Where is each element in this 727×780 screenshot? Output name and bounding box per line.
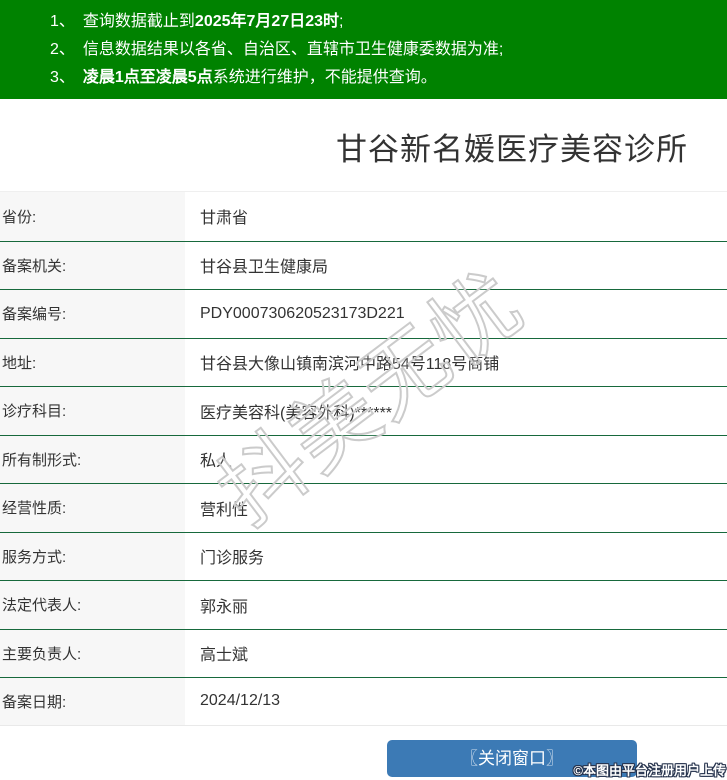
- notice-number: 1、: [50, 13, 75, 30]
- table-row: 服务方式: 门诊服务: [0, 531, 727, 580]
- notice-line: 3、 凌晨1点至凌晨5点系统进行维护，不能提供查询。: [50, 64, 727, 92]
- field-value: 私人: [185, 435, 727, 483]
- notice-text: 系统进行维护，不能提供查询。: [212, 69, 437, 86]
- field-value: 医疗美容科(美容外科)******: [185, 387, 727, 435]
- table-row: 备案机关: 甘谷县卫生健康局: [0, 240, 727, 289]
- field-label: 主要负责人:: [0, 629, 185, 677]
- field-value: 营利性: [185, 484, 727, 532]
- table-row: 备案编号: PDY000730620523173D221: [0, 289, 727, 338]
- field-label: 备案编号:: [0, 290, 185, 338]
- field-label: 地址:: [0, 338, 185, 386]
- notice-list: 1、 查询数据截止到2025年7月27日23时; 2、 信息数据结果以各省、自治区、直…: [50, 8, 727, 92]
- field-label: 法定代表人:: [0, 581, 185, 629]
- notice-text: 查询数据截止到: [82, 13, 195, 30]
- field-label: 服务方式:: [0, 532, 185, 580]
- field-value: 甘谷县卫生健康局: [185, 241, 727, 289]
- field-value: 甘肃省: [185, 192, 727, 241]
- field-label: 诊疗科目:: [0, 387, 185, 435]
- field-value: 郭永丽: [185, 581, 727, 629]
- notice-number: 2、: [50, 41, 75, 58]
- field-label: 省份:: [0, 192, 185, 241]
- field-label: 备案机关:: [0, 241, 185, 289]
- table-row: 所有制形式: 私人: [0, 434, 727, 483]
- notice-text: 信息数据结果以各省、自治区、直辖市卫生健康委数据为准;: [82, 41, 504, 58]
- field-value: PDY000730620523173D221: [185, 290, 727, 338]
- notice-text: 凌晨1点至凌晨5点: [82, 69, 213, 86]
- notice-banner: 1、 查询数据截止到2025年7月27日23时; 2、 信息数据结果以各省、自治区、直…: [0, 0, 727, 99]
- table-row: 法定代表人: 郭永丽: [0, 580, 727, 629]
- table-row: 省份: 甘肃省: [0, 192, 727, 241]
- image-credit-watermark: ©本图由平台注册用户上传: [573, 763, 726, 778]
- table-row: 诊疗科目: 医疗美容科(美容外科)******: [0, 386, 727, 435]
- table-row: 备案日期: 2024/12/13: [0, 677, 727, 726]
- table-row: 地址: 甘谷县大像山镇南滨河中路54号118号商铺: [0, 337, 727, 386]
- field-value: 门诊服务: [185, 532, 727, 580]
- notice-text: 2025年7月27日23时: [194, 13, 340, 30]
- field-label: 备案日期:: [0, 678, 185, 725]
- notice-text: ;: [339, 13, 344, 30]
- notice-line: 1、 查询数据截止到2025年7月27日23时;: [50, 8, 727, 36]
- notice-line: 2、 信息数据结果以各省、自治区、直辖市卫生健康委数据为准;: [50, 36, 727, 64]
- field-value: 甘谷县大像山镇南滨河中路54号118号商铺: [185, 338, 727, 386]
- field-label: 经营性质:: [0, 484, 185, 532]
- registration-info-table: 省份: 甘肃省 备案机关: 甘谷县卫生健康局 备案编号: PDY0007306205231…: [0, 191, 727, 726]
- notice-number: 3、: [50, 69, 75, 86]
- field-value: 高士斌: [185, 629, 727, 677]
- page-title: 甘谷新名媛医疗美容诊所: [336, 132, 688, 167]
- table-row: 主要负责人: 高士斌: [0, 628, 727, 677]
- field-value: 2024/12/13: [185, 678, 727, 725]
- table-row: 经营性质: 营利性: [0, 483, 727, 532]
- field-label: 所有制形式:: [0, 435, 185, 483]
